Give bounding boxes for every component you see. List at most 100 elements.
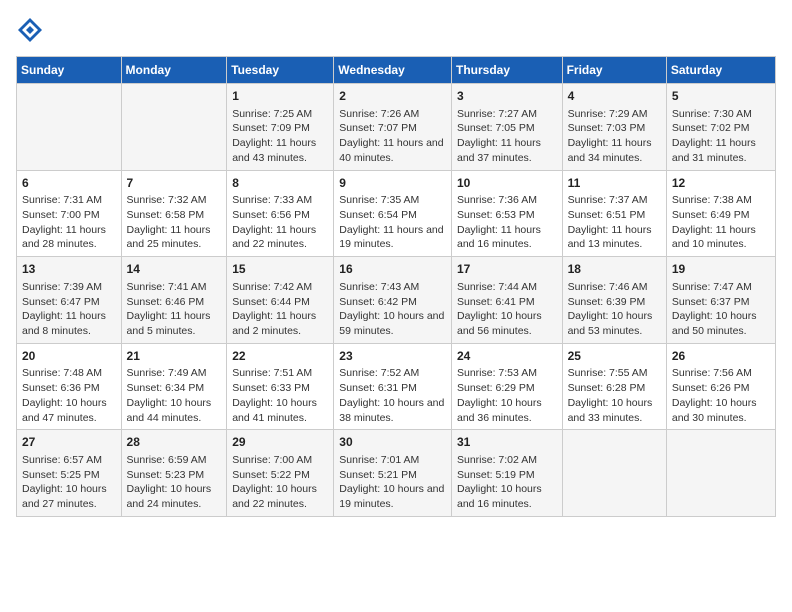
day-details: Sunrise: 7:56 AMSunset: 6:26 PMDaylight:… — [672, 366, 770, 425]
calendar-cell: 14 Sunrise: 7:41 AMSunset: 6:46 PMDayligh… — [121, 257, 227, 344]
header-wednesday: Wednesday — [334, 57, 452, 84]
calendar-cell — [17, 84, 122, 171]
day-details: Sunrise: 7:48 AMSunset: 6:36 PMDaylight:… — [22, 366, 116, 425]
day-details: Sunrise: 7:53 AMSunset: 6:29 PMDaylight:… — [457, 366, 557, 425]
calendar-cell: 21Sunrise: 7:49 AMSunset: 6:34 PMDayligh… — [121, 343, 227, 430]
calendar-cell: 8Sunrise: 7:33 AMSunset: 6:56 PMDaylight… — [227, 170, 334, 257]
calendar-cell: 11Sunrise: 7:37 AMSunset: 6:51 PMDayligh… — [562, 170, 666, 257]
logo-icon — [16, 16, 44, 44]
day-details: Sunrise: 7:52 AMSunset: 6:31 PMDaylight:… — [339, 366, 446, 425]
calendar-header-row: SundayMondayTuesdayWednesdayThursdayFrid… — [17, 57, 776, 84]
calendar-cell: 26Sunrise: 7:56 AMSunset: 6:26 PMDayligh… — [666, 343, 775, 430]
day-number: 7 — [127, 175, 222, 192]
calendar-cell: 13Sunrise: 7:39 AMSunset: 6:47 PMDayligh… — [17, 257, 122, 344]
day-number: 8 — [232, 175, 328, 192]
calendar-cell: 3 Sunrise: 7:27 AMSunset: 7:05 PMDaylight… — [451, 84, 562, 171]
day-details: Sunrise: 7:51 AMSunset: 6:33 PMDaylight:… — [232, 366, 328, 425]
header-monday: Monday — [121, 57, 227, 84]
day-details: Sunrise: 7:00 AMSunset: 5:22 PMDaylight:… — [232, 453, 328, 512]
calendar-cell: 6Sunrise: 7:31 AMSunset: 7:00 PMDaylight… — [17, 170, 122, 257]
day-number: 31 — [457, 434, 557, 451]
day-details: Sunrise: 7:38 AMSunset: 6:49 PMDaylight:… — [672, 193, 770, 252]
calendar-cell: 25Sunrise: 7:55 AMSunset: 6:28 PMDayligh… — [562, 343, 666, 430]
day-number: 24 — [457, 348, 557, 365]
day-details: Sunrise: 7:29 AMSunset: 7:03 PMDaylight:… — [568, 107, 661, 166]
calendar-cell: 12Sunrise: 7:38 AMSunset: 6:49 PMDayligh… — [666, 170, 775, 257]
day-details: Sunrise: 7:32 AMSunset: 6:58 PMDaylight:… — [127, 193, 222, 252]
calendar-cell: 24Sunrise: 7:53 AMSunset: 6:29 PMDayligh… — [451, 343, 562, 430]
calendar-week-1: 6Sunrise: 7:31 AMSunset: 7:00 PMDaylight… — [17, 170, 776, 257]
day-number: 4 — [568, 88, 661, 105]
day-number: 20 — [22, 348, 116, 365]
calendar-cell: 17Sunrise: 7:44 AMSunset: 6:41 PMDayligh… — [451, 257, 562, 344]
header-sunday: Sunday — [17, 57, 122, 84]
day-details: Sunrise: 7:37 AMSunset: 6:51 PMDaylight:… — [568, 193, 661, 252]
day-number: 23 — [339, 348, 446, 365]
day-details: Sunrise: 7:43 AMSunset: 6:42 PMDaylight:… — [339, 280, 446, 339]
day-number: 21 — [127, 348, 222, 365]
calendar-week-3: 20Sunrise: 7:48 AMSunset: 6:36 PMDayligh… — [17, 343, 776, 430]
day-details: Sunrise: 7:26 AMSunset: 7:07 PMDaylight:… — [339, 107, 446, 166]
day-number: 6 — [22, 175, 116, 192]
day-details: Sunrise: 7:01 AMSunset: 5:21 PMDaylight:… — [339, 453, 446, 512]
calendar-cell: 23Sunrise: 7:52 AMSunset: 6:31 PMDayligh… — [334, 343, 452, 430]
day-details: Sunrise: 7:36 AMSunset: 6:53 PMDaylight:… — [457, 193, 557, 252]
logo — [16, 16, 48, 44]
calendar-cell: 19 Sunrise: 7:47 AMSunset: 6:37 PMDayligh… — [666, 257, 775, 344]
day-number: 1 — [232, 88, 328, 105]
day-details: Sunrise: 7:02 AMSunset: 5:19 PMDaylight:… — [457, 453, 557, 512]
day-number: 18 — [568, 261, 661, 278]
day-number: 3 — [457, 88, 557, 105]
day-number: 17 — [457, 261, 557, 278]
calendar-cell: 2Sunrise: 7:26 AMSunset: 7:07 PMDaylight… — [334, 84, 452, 171]
calendar-cell: 7Sunrise: 7:32 AMSunset: 6:58 PMDaylight… — [121, 170, 227, 257]
calendar-cell: 10Sunrise: 7:36 AMSunset: 6:53 PMDayligh… — [451, 170, 562, 257]
day-number: 16 — [339, 261, 446, 278]
day-number: 13 — [22, 261, 116, 278]
calendar-cell: 29Sunrise: 7:00 AMSunset: 5:22 PMDayligh… — [227, 430, 334, 517]
calendar-week-4: 27Sunrise: 6:57 AMSunset: 5:25 PMDayligh… — [17, 430, 776, 517]
day-details: Sunrise: 7:31 AMSunset: 7:00 PMDaylight:… — [22, 193, 116, 252]
day-number: 11 — [568, 175, 661, 192]
day-number: 25 — [568, 348, 661, 365]
day-details: Sunrise: 7:46 AMSunset: 6:39 PMDaylight:… — [568, 280, 661, 339]
calendar-cell: 1Sunrise: 7:25 AMSunset: 7:09 PMDaylight… — [227, 84, 334, 171]
day-number: 30 — [339, 434, 446, 451]
calendar-cell: 15 Sunrise: 7:42 AMSunset: 6:44 PMDayligh… — [227, 257, 334, 344]
day-number: 10 — [457, 175, 557, 192]
day-number: 9 — [339, 175, 446, 192]
day-number: 28 — [127, 434, 222, 451]
day-number: 12 — [672, 175, 770, 192]
calendar-cell: 31 Sunrise: 7:02 AMSunset: 5:19 PMDayligh… — [451, 430, 562, 517]
day-details: Sunrise: 7:42 AMSunset: 6:44 PMDaylight:… — [232, 280, 328, 339]
calendar-cell — [562, 430, 666, 517]
day-details: Sunrise: 7:30 AMSunset: 7:02 PMDaylight:… — [672, 107, 770, 166]
calendar-week-2: 13Sunrise: 7:39 AMSunset: 6:47 PMDayligh… — [17, 257, 776, 344]
header-tuesday: Tuesday — [227, 57, 334, 84]
header-friday: Friday — [562, 57, 666, 84]
day-number: 14 — [127, 261, 222, 278]
day-details: Sunrise: 7:41 AMSunset: 6:46 PMDaylight:… — [127, 280, 222, 339]
page-header — [16, 16, 776, 44]
day-details: Sunrise: 7:27 AMSunset: 7:05 PMDaylight:… — [457, 107, 557, 166]
day-number: 19 — [672, 261, 770, 278]
calendar-cell: 22Sunrise: 7:51 AMSunset: 6:33 PMDayligh… — [227, 343, 334, 430]
calendar-cell: 27Sunrise: 6:57 AMSunset: 5:25 PMDayligh… — [17, 430, 122, 517]
calendar-cell: 9Sunrise: 7:35 AMSunset: 6:54 PMDaylight… — [334, 170, 452, 257]
calendar-cell: 4 Sunrise: 7:29 AMSunset: 7:03 PMDaylight… — [562, 84, 666, 171]
day-details: Sunrise: 7:47 AMSunset: 6:37 PMDaylight:… — [672, 280, 770, 339]
day-number: 27 — [22, 434, 116, 451]
day-number: 15 — [232, 261, 328, 278]
day-details: Sunrise: 7:33 AMSunset: 6:56 PMDaylight:… — [232, 193, 328, 252]
calendar-cell — [121, 84, 227, 171]
calendar-cell: 20Sunrise: 7:48 AMSunset: 6:36 PMDayligh… — [17, 343, 122, 430]
day-number: 22 — [232, 348, 328, 365]
day-details: Sunrise: 7:49 AMSunset: 6:34 PMDaylight:… — [127, 366, 222, 425]
calendar-table: SundayMondayTuesdayWednesdayThursdayFrid… — [16, 56, 776, 517]
calendar-cell: 28Sunrise: 6:59 AMSunset: 5:23 PMDayligh… — [121, 430, 227, 517]
day-number: 26 — [672, 348, 770, 365]
calendar-cell: 30 Sunrise: 7:01 AMSunset: 5:21 PMDayligh… — [334, 430, 452, 517]
day-details: Sunrise: 7:35 AMSunset: 6:54 PMDaylight:… — [339, 193, 446, 252]
calendar-cell: 18 Sunrise: 7:46 AMSunset: 6:39 PMDayligh… — [562, 257, 666, 344]
day-number: 5 — [672, 88, 770, 105]
